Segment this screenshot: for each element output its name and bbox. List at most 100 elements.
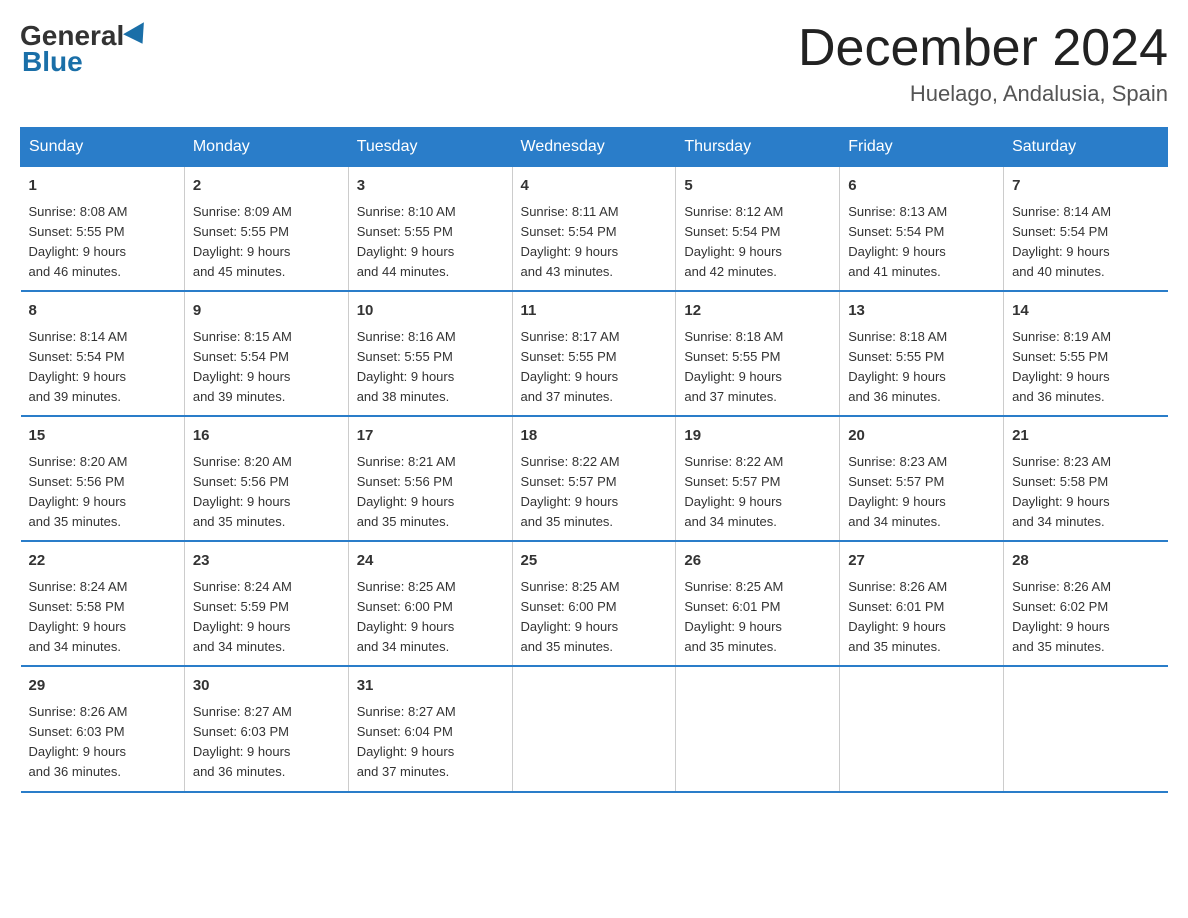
calendar-cell: 10 Sunrise: 8:16 AM Sunset: 5:55 PM Dayl… (348, 291, 512, 416)
calendar-table: SundayMondayTuesdayWednesdayThursdayFrid… (20, 127, 1168, 792)
calendar-cell: 9 Sunrise: 8:15 AM Sunset: 5:54 PM Dayli… (184, 291, 348, 416)
calendar-cell: 30 Sunrise: 8:27 AM Sunset: 6:03 PM Dayl… (184, 666, 348, 791)
calendar-week-row: 15 Sunrise: 8:20 AM Sunset: 5:56 PM Dayl… (21, 416, 1168, 541)
day-info: Sunrise: 8:11 AM Sunset: 5:54 PM Dayligh… (521, 202, 668, 283)
day-number: 31 (357, 675, 504, 698)
header-monday: Monday (184, 128, 348, 167)
day-number: 2 (193, 175, 340, 198)
month-title: December 2024 (798, 20, 1168, 77)
calendar-cell: 13 Sunrise: 8:18 AM Sunset: 5:55 PM Dayl… (840, 291, 1004, 416)
day-number: 16 (193, 425, 340, 448)
logo-blue-text: Blue (22, 46, 83, 78)
calendar-cell (1004, 666, 1168, 791)
calendar-cell: 20 Sunrise: 8:23 AM Sunset: 5:57 PM Dayl… (840, 416, 1004, 541)
day-number: 29 (29, 675, 176, 698)
day-number: 19 (684, 425, 831, 448)
calendar-cell: 6 Sunrise: 8:13 AM Sunset: 5:54 PM Dayli… (840, 167, 1004, 292)
day-info: Sunrise: 8:09 AM Sunset: 5:55 PM Dayligh… (193, 202, 340, 283)
calendar-cell: 1 Sunrise: 8:08 AM Sunset: 5:55 PM Dayli… (21, 167, 185, 292)
day-number: 9 (193, 300, 340, 323)
calendar-cell: 11 Sunrise: 8:17 AM Sunset: 5:55 PM Dayl… (512, 291, 676, 416)
page-header: General Blue December 2024 Huelago, Anda… (20, 20, 1168, 107)
day-number: 18 (521, 425, 668, 448)
day-info: Sunrise: 8:12 AM Sunset: 5:54 PM Dayligh… (684, 202, 831, 283)
day-info: Sunrise: 8:26 AM Sunset: 6:03 PM Dayligh… (29, 702, 176, 783)
calendar-cell (676, 666, 840, 791)
day-number: 20 (848, 425, 995, 448)
header-friday: Friday (840, 128, 1004, 167)
day-number: 23 (193, 550, 340, 573)
header-thursday: Thursday (676, 128, 840, 167)
day-info: Sunrise: 8:10 AM Sunset: 5:55 PM Dayligh… (357, 202, 504, 283)
calendar-week-row: 1 Sunrise: 8:08 AM Sunset: 5:55 PM Dayli… (21, 167, 1168, 292)
day-info: Sunrise: 8:19 AM Sunset: 5:55 PM Dayligh… (1012, 327, 1159, 408)
day-number: 6 (848, 175, 995, 198)
day-info: Sunrise: 8:27 AM Sunset: 6:04 PM Dayligh… (357, 702, 504, 783)
day-info: Sunrise: 8:08 AM Sunset: 5:55 PM Dayligh… (29, 202, 176, 283)
day-info: Sunrise: 8:25 AM Sunset: 6:00 PM Dayligh… (521, 577, 668, 658)
header-wednesday: Wednesday (512, 128, 676, 167)
day-info: Sunrise: 8:17 AM Sunset: 5:55 PM Dayligh… (521, 327, 668, 408)
calendar-cell (512, 666, 676, 791)
day-info: Sunrise: 8:16 AM Sunset: 5:55 PM Dayligh… (357, 327, 504, 408)
day-info: Sunrise: 8:15 AM Sunset: 5:54 PM Dayligh… (193, 327, 340, 408)
calendar-header-row: SundayMondayTuesdayWednesdayThursdayFrid… (21, 128, 1168, 167)
day-info: Sunrise: 8:14 AM Sunset: 5:54 PM Dayligh… (1012, 202, 1159, 283)
day-info: Sunrise: 8:21 AM Sunset: 5:56 PM Dayligh… (357, 452, 504, 533)
day-number: 10 (357, 300, 504, 323)
header-saturday: Saturday (1004, 128, 1168, 167)
calendar-cell: 24 Sunrise: 8:25 AM Sunset: 6:00 PM Dayl… (348, 541, 512, 666)
day-info: Sunrise: 8:20 AM Sunset: 5:56 PM Dayligh… (193, 452, 340, 533)
calendar-cell: 5 Sunrise: 8:12 AM Sunset: 5:54 PM Dayli… (676, 167, 840, 292)
day-number: 1 (29, 175, 176, 198)
day-info: Sunrise: 8:18 AM Sunset: 5:55 PM Dayligh… (684, 327, 831, 408)
day-number: 11 (521, 300, 668, 323)
calendar-cell: 7 Sunrise: 8:14 AM Sunset: 5:54 PM Dayli… (1004, 167, 1168, 292)
day-number: 30 (193, 675, 340, 698)
day-number: 22 (29, 550, 176, 573)
calendar-cell: 14 Sunrise: 8:19 AM Sunset: 5:55 PM Dayl… (1004, 291, 1168, 416)
day-number: 25 (521, 550, 668, 573)
calendar-cell: 15 Sunrise: 8:20 AM Sunset: 5:56 PM Dayl… (21, 416, 185, 541)
calendar-cell: 22 Sunrise: 8:24 AM Sunset: 5:58 PM Dayl… (21, 541, 185, 666)
day-number: 13 (848, 300, 995, 323)
day-info: Sunrise: 8:26 AM Sunset: 6:01 PM Dayligh… (848, 577, 995, 658)
calendar-week-row: 29 Sunrise: 8:26 AM Sunset: 6:03 PM Dayl… (21, 666, 1168, 791)
day-info: Sunrise: 8:24 AM Sunset: 5:58 PM Dayligh… (29, 577, 176, 658)
day-number: 24 (357, 550, 504, 573)
logo: General Blue (20, 20, 152, 78)
day-info: Sunrise: 8:23 AM Sunset: 5:58 PM Dayligh… (1012, 452, 1159, 533)
calendar-cell: 28 Sunrise: 8:26 AM Sunset: 6:02 PM Dayl… (1004, 541, 1168, 666)
header-tuesday: Tuesday (348, 128, 512, 167)
calendar-cell: 8 Sunrise: 8:14 AM Sunset: 5:54 PM Dayli… (21, 291, 185, 416)
calendar-cell: 21 Sunrise: 8:23 AM Sunset: 5:58 PM Dayl… (1004, 416, 1168, 541)
calendar-cell: 31 Sunrise: 8:27 AM Sunset: 6:04 PM Dayl… (348, 666, 512, 791)
header-sunday: Sunday (21, 128, 185, 167)
day-info: Sunrise: 8:22 AM Sunset: 5:57 PM Dayligh… (684, 452, 831, 533)
day-number: 8 (29, 300, 176, 323)
calendar-week-row: 8 Sunrise: 8:14 AM Sunset: 5:54 PM Dayli… (21, 291, 1168, 416)
calendar-cell: 12 Sunrise: 8:18 AM Sunset: 5:55 PM Dayl… (676, 291, 840, 416)
day-info: Sunrise: 8:24 AM Sunset: 5:59 PM Dayligh… (193, 577, 340, 658)
day-number: 27 (848, 550, 995, 573)
calendar-cell: 17 Sunrise: 8:21 AM Sunset: 5:56 PM Dayl… (348, 416, 512, 541)
day-info: Sunrise: 8:13 AM Sunset: 5:54 PM Dayligh… (848, 202, 995, 283)
location-title: Huelago, Andalusia, Spain (798, 81, 1168, 107)
day-number: 15 (29, 425, 176, 448)
day-number: 28 (1012, 550, 1159, 573)
day-info: Sunrise: 8:14 AM Sunset: 5:54 PM Dayligh… (29, 327, 176, 408)
day-info: Sunrise: 8:22 AM Sunset: 5:57 PM Dayligh… (521, 452, 668, 533)
day-number: 4 (521, 175, 668, 198)
day-number: 26 (684, 550, 831, 573)
day-info: Sunrise: 8:23 AM Sunset: 5:57 PM Dayligh… (848, 452, 995, 533)
day-number: 3 (357, 175, 504, 198)
day-number: 17 (357, 425, 504, 448)
calendar-cell: 19 Sunrise: 8:22 AM Sunset: 5:57 PM Dayl… (676, 416, 840, 541)
title-block: December 2024 Huelago, Andalusia, Spain (798, 20, 1168, 107)
day-number: 21 (1012, 425, 1159, 448)
calendar-cell: 29 Sunrise: 8:26 AM Sunset: 6:03 PM Dayl… (21, 666, 185, 791)
day-info: Sunrise: 8:27 AM Sunset: 6:03 PM Dayligh… (193, 702, 340, 783)
day-info: Sunrise: 8:26 AM Sunset: 6:02 PM Dayligh… (1012, 577, 1159, 658)
day-number: 14 (1012, 300, 1159, 323)
calendar-cell (840, 666, 1004, 791)
